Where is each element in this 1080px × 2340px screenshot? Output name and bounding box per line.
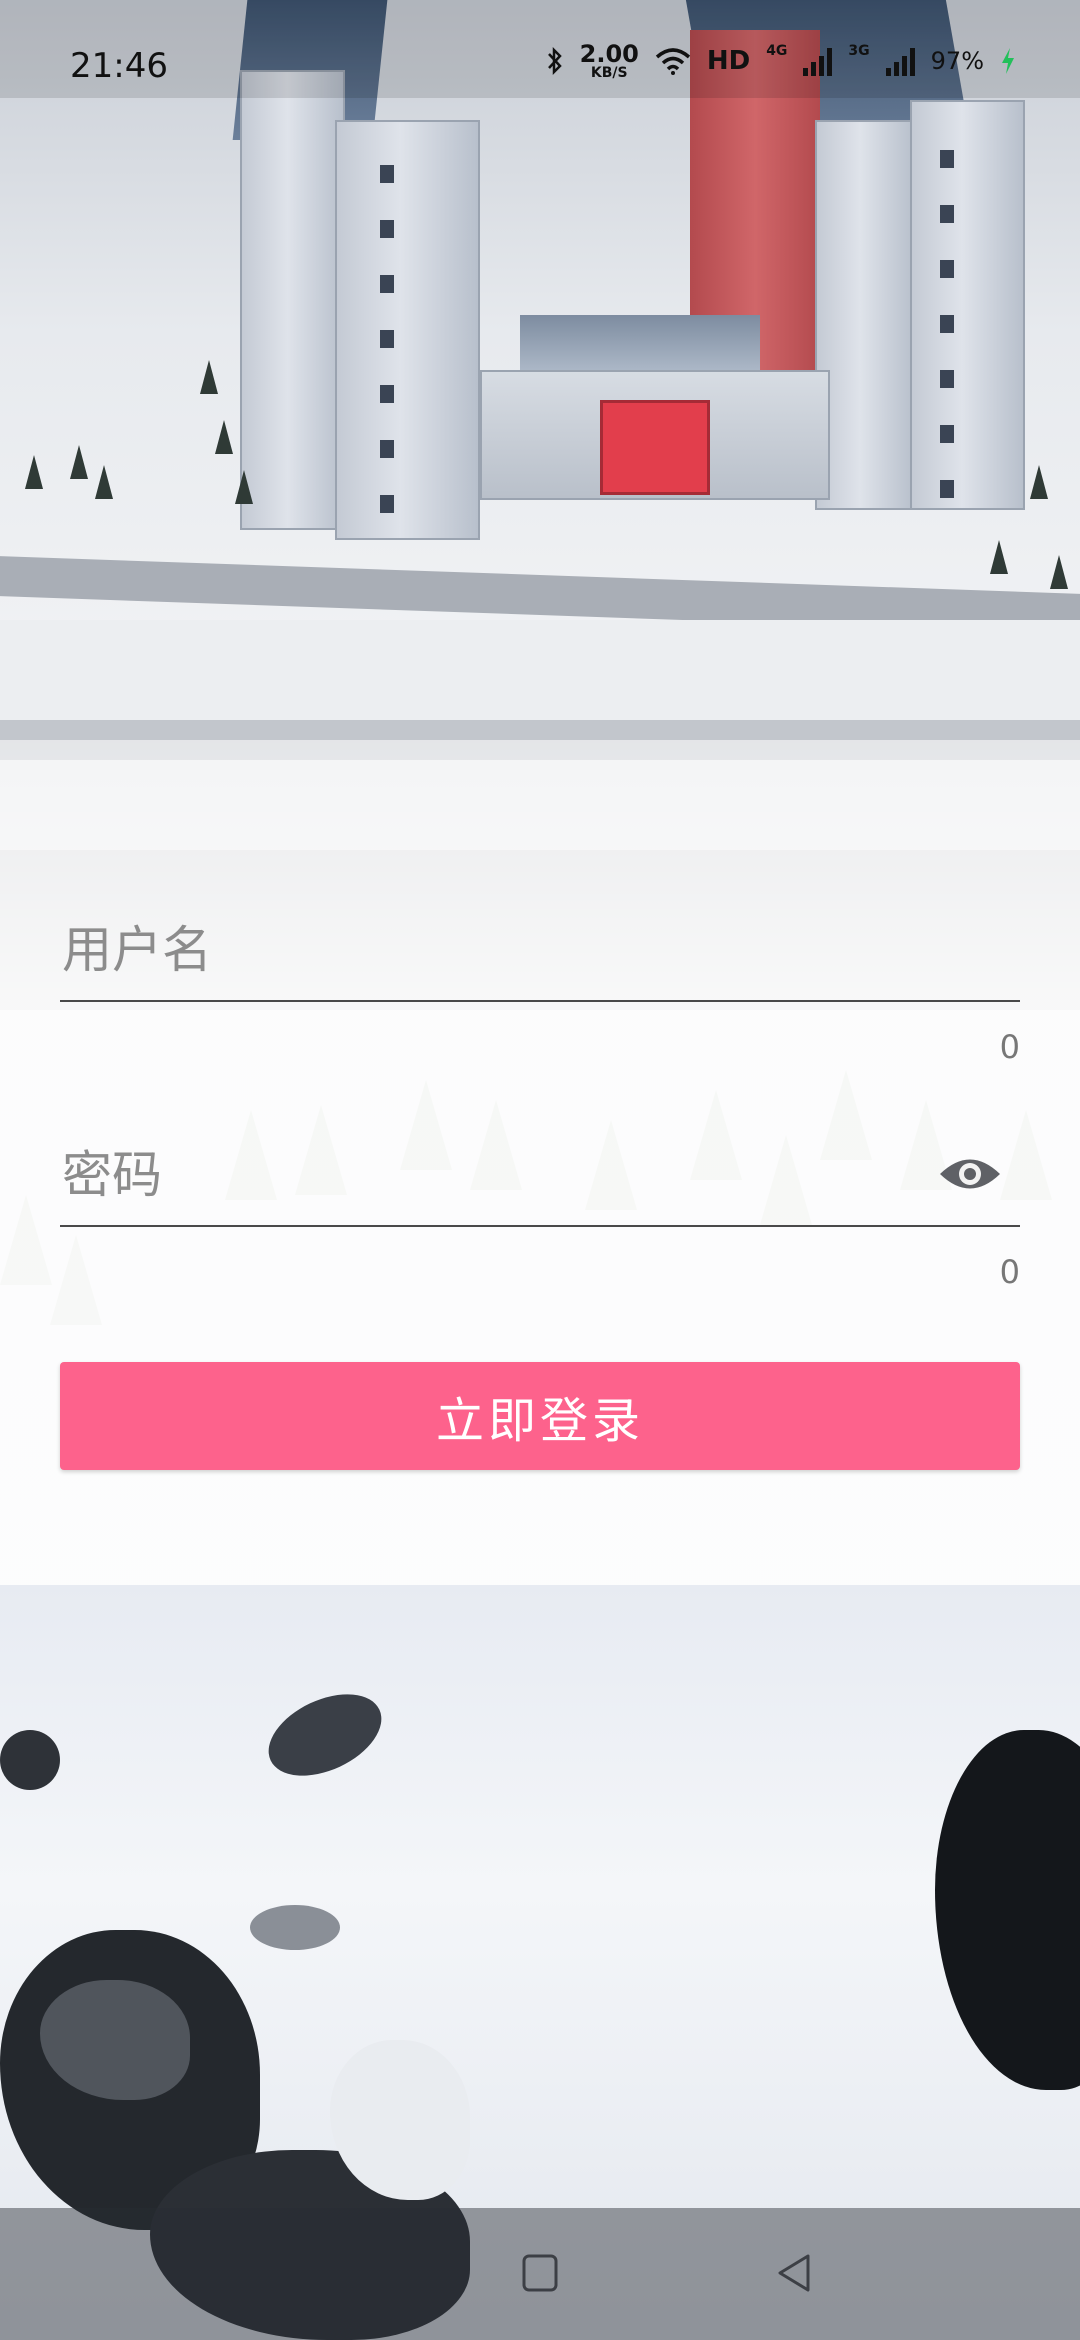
network-speed-value: 2.00 [579, 40, 639, 68]
battery-level: 97% [930, 47, 984, 75]
signal-icon [803, 46, 833, 76]
hd-indicator: HD [706, 46, 751, 76]
password-underline [60, 1225, 1020, 1227]
bluetooth-icon [547, 46, 562, 76]
username-input[interactable] [60, 900, 1020, 1000]
home-icon[interactable] [520, 2252, 560, 2294]
username-field [60, 900, 1020, 1002]
network-speed-unit: KB/S [590, 65, 628, 81]
password-counter: 0 [999, 1253, 1020, 1291]
back-icon[interactable] [774, 2252, 814, 2294]
status-icons: 2.00 KB/S HD 4G 3G 97% [546, 42, 1016, 80]
navigation-bar [0, 2208, 1080, 2340]
password-field [60, 1125, 1020, 1227]
wifi-icon [655, 48, 690, 75]
username-underline [60, 1000, 1020, 1002]
signal-icon-2 [885, 46, 915, 76]
status-time: 21:46 [70, 46, 168, 86]
password-input[interactable] [60, 1125, 1020, 1225]
username-counter: 0 [999, 1028, 1020, 1066]
network-type-2: 3G [848, 43, 870, 59]
visibility-icon[interactable] [938, 1151, 1002, 1197]
network-type-1: 4G [766, 43, 788, 59]
login-button[interactable]: 立即登录 [60, 1362, 1020, 1470]
status-bar: 21:46 2.00 KB/S HD 4G 3G 97% [0, 0, 1080, 98]
network-speed: 2.00 KB/S [580, 42, 639, 80]
charging-icon [1002, 48, 1014, 74]
